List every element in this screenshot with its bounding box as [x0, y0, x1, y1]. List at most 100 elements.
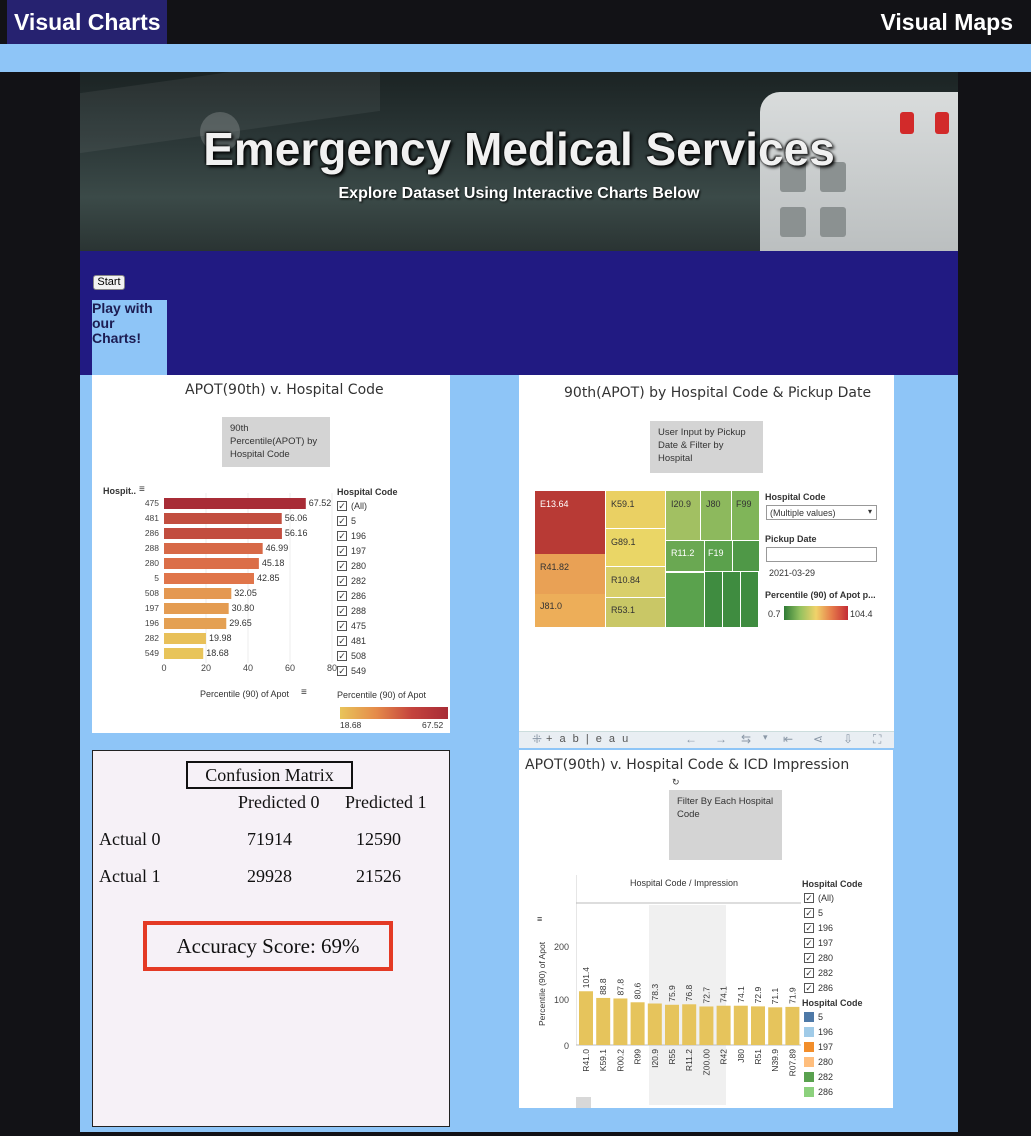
cell-value: 71914	[247, 829, 292, 849]
treemap-tile[interactable]: R53.1	[606, 598, 665, 627]
filter-legend-title: Hospital Code	[337, 487, 398, 497]
scrollbar-thumb	[576, 1097, 591, 1108]
cell-value: 12590	[356, 829, 401, 849]
filter-checkbox[interactable]: ✓ 549	[337, 666, 366, 676]
share-icon[interactable]: ⋖	[813, 732, 823, 746]
y-tick: 100	[554, 995, 570, 1005]
pickup-date-input[interactable]	[766, 547, 877, 562]
bar	[665, 1004, 679, 1045]
download-icon[interactable]: ⇩	[843, 732, 853, 746]
filter-checkbox[interactable]: ✓ (All)	[804, 893, 834, 903]
chevron-down-icon[interactable]: ▾	[763, 732, 768, 743]
filter-checkbox[interactable]: ✓ 286	[804, 983, 833, 993]
filter-checkbox[interactable]: ✓ (All)	[337, 501, 367, 511]
category-label: R11.2	[684, 1049, 694, 1071]
filter-checkbox[interactable]: ✓ 288	[337, 606, 366, 616]
play-caption: Play with our Charts!	[92, 300, 167, 375]
revert-icon[interactable]: ⇆	[741, 732, 751, 746]
bar	[630, 1002, 645, 1045]
treemap-tile[interactable]: R41.82	[535, 554, 605, 594]
data-label: 72.7	[701, 987, 711, 1004]
icd-bar-chart[interactable]: 101.4 R41.0 88.8 K59.1 87.8 R00.2 80.6 R99 78.3 I…	[576, 875, 801, 1108]
bar	[164, 633, 206, 644]
bar	[164, 588, 232, 599]
nav-visual-maps[interactable]: Visual Maps	[880, 0, 1013, 44]
page-title: Emergency Medical Services	[203, 123, 835, 175]
category-label: R07.89	[787, 1049, 797, 1077]
filter-checkbox[interactable]: ✓ 282	[804, 968, 833, 978]
color-min: 18.68	[340, 720, 362, 730]
checkmark-icon: ✓	[804, 893, 814, 903]
treemap-tile[interactable]	[666, 572, 704, 627]
legend-item[interactable]: 280	[804, 1057, 833, 1067]
bar	[164, 603, 229, 614]
treemap-tile[interactable]: I20.9	[666, 491, 700, 540]
legend-item[interactable]: 197	[804, 1042, 833, 1052]
fullscreen-icon[interactable]: ⛶	[873, 732, 881, 747]
filter-checkbox[interactable]: ✓ 196	[804, 923, 833, 933]
color-min: 0.7	[768, 609, 781, 619]
sort-icon[interactable]: ≡	[537, 914, 542, 924]
treemap[interactable]: E13.64 R41.82 J81.0 K59.1 G89.1 R10.84 R…	[535, 491, 759, 627]
color-ramp	[784, 606, 848, 620]
start-button[interactable]: Start	[93, 275, 125, 290]
hospital-bar-chart[interactable]: 475 67.52 481 56.06 286 56.16 288 46.99 280 45.18…	[132, 493, 337, 673]
checkmark-icon: ✓	[804, 983, 814, 993]
legend-item[interactable]: 196	[804, 1027, 833, 1037]
refresh-icon[interactable]: ↻	[672, 777, 680, 788]
treemap-tile[interactable]: G89.1	[606, 529, 665, 566]
treemap-tile[interactable]: R10.84	[606, 567, 665, 597]
legend-item[interactable]: 5	[804, 1012, 823, 1022]
tableau-logo: + a b | e a u	[546, 733, 631, 745]
reset-icon[interactable]: ⇤	[783, 732, 793, 746]
treemap-tile[interactable]: J81.0	[535, 594, 605, 627]
filter-checkbox[interactable]: ✓ 286	[337, 591, 366, 601]
data-label: 67.52	[309, 498, 332, 508]
x-tick: 20	[201, 663, 211, 673]
filter-checkbox[interactable]: ✓ 197	[804, 938, 833, 948]
chart-pickup-date-panel: 90th(APOT) by Hospital Code & Pickup Dat…	[519, 375, 894, 731]
chart-tooltip-box: 90th Percentile(APOT) by Hospital Code	[222, 417, 330, 467]
filter-checkbox[interactable]: ✓ 196	[337, 531, 366, 541]
checkmark-icon: ✓	[337, 531, 347, 541]
treemap-tile[interactable]: F19	[705, 541, 732, 571]
data-label: 88.8	[598, 978, 608, 995]
filter-checkbox[interactable]: ✓ 197	[337, 546, 366, 556]
treemap-tile[interactable]	[733, 541, 759, 571]
x-tick: 80	[327, 663, 337, 673]
checkmark-icon: ✓	[337, 546, 347, 556]
treemap-tile[interactable]: R11.2	[666, 541, 704, 571]
checkmark-icon: ✓	[337, 606, 347, 616]
legend-item[interactable]: 282	[804, 1072, 833, 1082]
category-label: Z00.00	[701, 1049, 711, 1076]
hospital-code-dropdown[interactable]: (Multiple values) ▾	[766, 505, 877, 520]
data-label: 71.9	[787, 987, 797, 1004]
category-label: R55	[667, 1049, 677, 1065]
treemap-tile[interactable]: K59.1	[606, 491, 665, 528]
filter-checkbox[interactable]: ✓ 5	[337, 516, 356, 526]
treemap-tile[interactable]: J80	[701, 491, 731, 540]
redo-icon[interactable]: →	[715, 732, 727, 746]
data-label: 45.18	[262, 558, 285, 568]
treemap-tile[interactable]	[705, 572, 759, 627]
sort-icon[interactable]: ≡	[301, 687, 307, 698]
filter-checkbox[interactable]: ✓ 481	[337, 636, 366, 646]
color-max: 104.4	[850, 609, 873, 619]
filter-checkbox[interactable]: ✓ 508	[337, 651, 366, 661]
filter-checkbox[interactable]: ✓ 5	[804, 908, 823, 918]
treemap-tile[interactable]: E13.64	[535, 491, 605, 554]
cell-value: 21526	[356, 866, 401, 886]
chart-hospital-code-panel: APOT(90th) v. Hospital Code 90th Percent…	[92, 375, 450, 733]
bar	[579, 991, 593, 1045]
nav-visual-charts[interactable]: Visual Charts	[7, 0, 167, 44]
undo-icon[interactable]: ←	[685, 732, 697, 746]
filter-checkbox[interactable]: ✓ 280	[804, 953, 833, 963]
x-tick: 60	[285, 663, 295, 673]
filter-checkbox[interactable]: ✓ 280	[337, 561, 366, 571]
filter-checkbox[interactable]: ✓ 282	[337, 576, 366, 586]
legend-item[interactable]: 286	[804, 1087, 833, 1097]
treemap-tile[interactable]: F99	[732, 491, 759, 540]
pickup-date-label: Pickup Date	[765, 534, 817, 544]
category-label: 481	[145, 513, 159, 523]
filter-checkbox[interactable]: ✓ 475	[337, 621, 366, 631]
